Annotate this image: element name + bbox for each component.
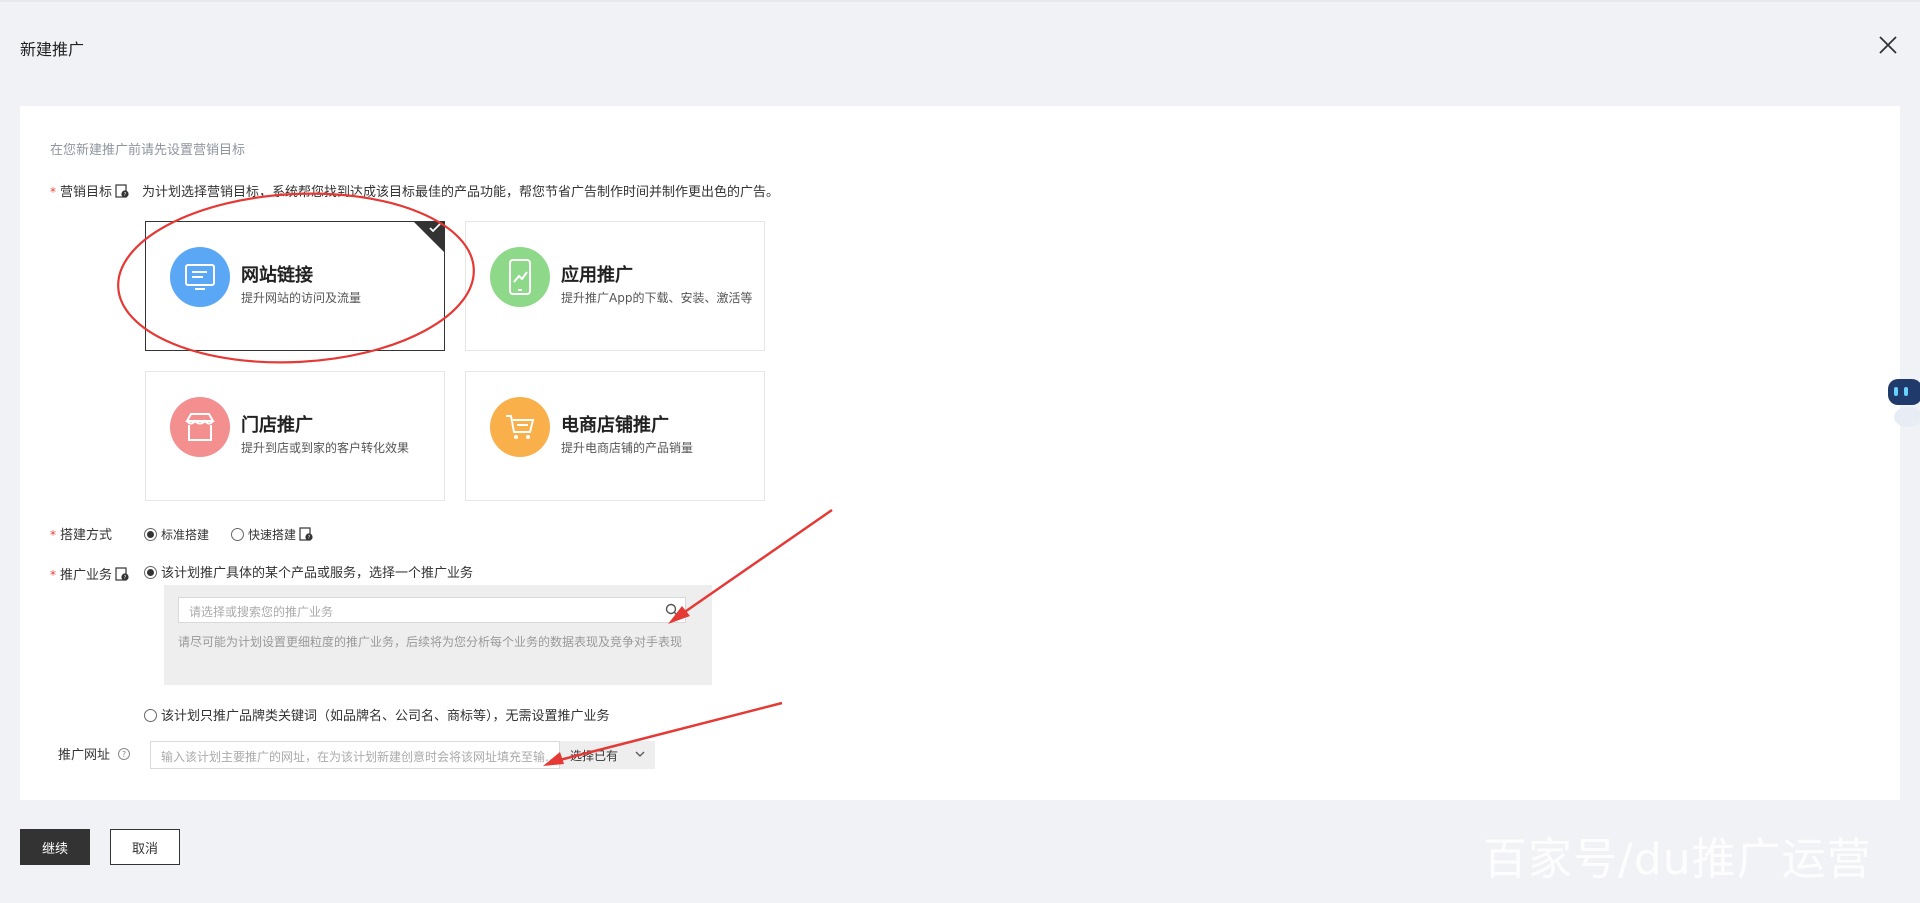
radio-quick-build[interactable]: 快速搭建? <box>231 526 313 543</box>
build-label-row: * 搭建方式 <box>50 524 112 543</box>
goal-label: 营销目标 <box>60 185 113 200</box>
goal-card-ecommerce[interactable]: 电商店铺推广 提升电商店铺的产品销量 <box>465 371 765 501</box>
card-desc: 提升网站的访问及流量 <box>241 291 362 305</box>
url-select-existing[interactable]: 选择已有 <box>560 741 655 769</box>
check-icon <box>429 223 441 233</box>
required-mark: * <box>50 568 56 582</box>
goal-description: 为计划选择营销目标，系统帮您找到达成该目标最佳的产品功能，帮您节省广告制作时间并… <box>142 185 780 200</box>
business-hint: 请尽可能为计划设置更细粒度的推广业务，后续将为您分析每个业务的数据表现及竞争对手… <box>178 635 683 649</box>
required-mark: * <box>50 528 56 542</box>
radio-dot[interactable] <box>144 709 157 722</box>
radio-brand-only[interactable]: 该计划只推广品牌类关键词（如品牌名、公司名、商标等），无需设置推广业务 <box>144 705 610 724</box>
search-icon[interactable] <box>665 603 679 617</box>
watermark: 百家号/du推广运营 <box>1483 834 1872 885</box>
goal-card-website[interactable]: 网站链接 提升网站的访问及流量 <box>145 221 445 351</box>
radio-dot[interactable] <box>231 528 244 541</box>
radio-label: 快速搭建 <box>248 528 297 542</box>
url-input[interactable]: 输入该计划主要推广的网址，在为该计划新建创意时会将该网址填充至输... <box>150 741 560 769</box>
svg-text:?: ? <box>124 192 127 198</box>
card-desc: 提升电商店铺的产品销量 <box>561 441 694 455</box>
required-mark: * <box>50 185 56 199</box>
business-select-box: 请选择或搜索您的推广业务 请尽可能为计划设置更细粒度的推广业务，后续将为您分析每… <box>164 585 712 685</box>
url-select-label: 选择已有 <box>570 749 619 763</box>
modal-title: 新建推广 <box>20 40 85 59</box>
goal-label-row: * 营销目标? <box>50 181 129 200</box>
radio-standard-build[interactable]: 标准搭建 <box>144 526 209 543</box>
help-doc-icon[interactable]: ? <box>115 567 129 581</box>
top-divider <box>0 0 1920 2</box>
business-label: 推广业务 <box>60 568 113 583</box>
help-circle-icon[interactable]: ? <box>117 747 131 761</box>
cancel-button[interactable]: 取消 <box>110 829 180 865</box>
business-search-placeholder: 请选择或搜索您的推广业务 <box>189 605 334 619</box>
card-title: 应用推广 <box>561 265 633 286</box>
card-title: 网站链接 <box>241 265 313 286</box>
card-title: 电商店铺推广 <box>561 415 669 436</box>
radio-label: 标准搭建 <box>161 528 210 542</box>
business-label-row: * 推广业务? <box>50 564 129 583</box>
robot-assistant-icon[interactable] <box>1884 375 1920 431</box>
help-doc-icon[interactable]: ? <box>299 527 313 541</box>
continue-button[interactable]: 继续 <box>20 829 90 865</box>
goal-card-store[interactable]: 门店推广 提升到店或到家的客户转化效果 <box>145 371 445 501</box>
svg-text:?: ? <box>122 750 126 759</box>
radio-label: 该计划推广具体的某个产品或服务，选择一个推广业务 <box>161 566 474 581</box>
svg-text:?: ? <box>308 535 311 541</box>
monitor-icon <box>170 247 230 307</box>
close-icon[interactable] <box>1877 34 1899 56</box>
goal-card-app[interactable]: 应用推广 提升推广App的下载、安装、激活等 <box>465 221 765 351</box>
url-label: 推广网址 <box>58 748 111 763</box>
url-label-row: 推广网址 ? <box>58 744 131 763</box>
card-desc: 提升推广App的下载、安装、激活等 <box>561 291 753 305</box>
radio-dot[interactable] <box>144 566 157 579</box>
svg-text:?: ? <box>124 575 127 581</box>
url-input-placeholder: 输入该计划主要推广的网址，在为该计划新建创意时会将该网址填充至输... <box>161 750 557 764</box>
radio-specific-business[interactable]: 该计划推广具体的某个产品或服务，选择一个推广业务 <box>144 562 473 581</box>
cart-icon <box>490 397 550 457</box>
build-label: 搭建方式 <box>60 528 113 543</box>
business-search-input[interactable]: 请选择或搜索您的推广业务 <box>178 597 686 623</box>
chevron-down-icon <box>635 751 645 757</box>
form-subtitle: 在您新建推广前请先设置营销目标 <box>50 143 246 158</box>
card-desc: 提升到店或到家的客户转化效果 <box>241 441 410 455</box>
card-title: 门店推广 <box>241 415 313 436</box>
help-doc-icon[interactable]: ? <box>115 184 129 198</box>
radio-label: 该计划只推广品牌类关键词（如品牌名、公司名、商标等），无需设置推广业务 <box>161 709 610 724</box>
store-icon <box>170 397 230 457</box>
radio-dot[interactable] <box>144 528 157 541</box>
mobile-icon <box>490 247 550 307</box>
